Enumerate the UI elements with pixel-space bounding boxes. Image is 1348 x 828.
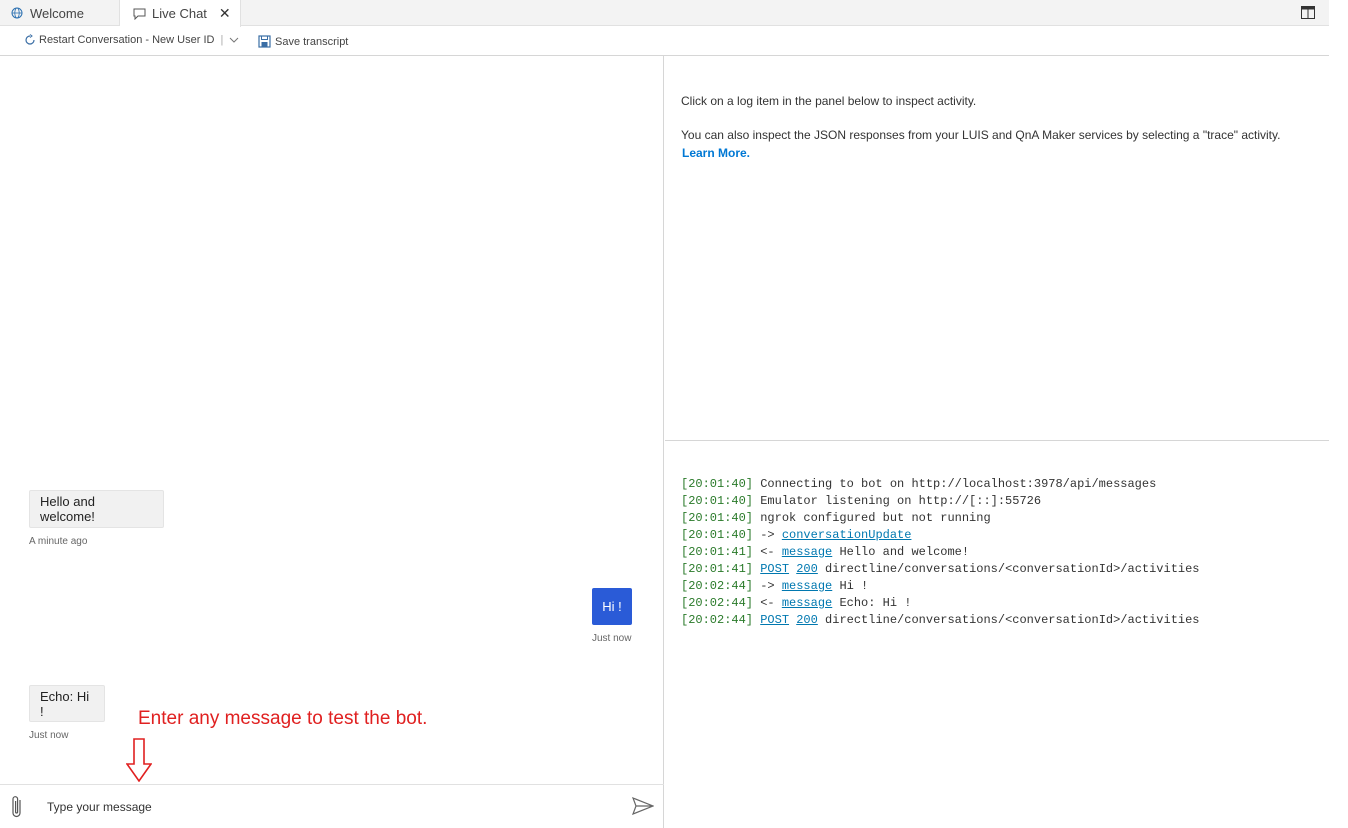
tab-bar: Welcome Live Chat ✕ (0, 0, 1329, 27)
save-transcript-button[interactable]: Save transcript (258, 35, 348, 48)
learn-more-link[interactable]: Learn More. (682, 146, 750, 160)
toolbar-separator: | (220, 34, 224, 46)
toolbar: Restart Conversation - New User ID | Sav… (0, 27, 1329, 56)
tab-welcome[interactable]: Welcome (0, 0, 120, 26)
split-view-icon[interactable] (1301, 6, 1315, 19)
log-time: [20:02:44] (681, 596, 754, 610)
chat-panel: Hello and welcome! A minute ago Hi ! Jus… (0, 56, 664, 828)
log-row[interactable]: [20:02:44] POST 200 directline/conversat… (681, 612, 1200, 629)
log-activity-link[interactable]: message (782, 596, 832, 610)
log-text: Hello and welcome! (832, 545, 970, 559)
bot-message: Hello and welcome! (29, 490, 164, 528)
log-direction: -> (753, 528, 782, 542)
log-time: [20:01:40] (681, 494, 754, 508)
message-timestamp: A minute ago (29, 536, 88, 547)
log-row[interactable]: [20:02:44] -> message Hi ! (681, 578, 1200, 595)
message-text: Hi ! (602, 599, 622, 614)
log-time: [20:01:40] (681, 528, 754, 542)
save-icon (258, 35, 271, 48)
message-text: Hello and welcome! (40, 494, 95, 524)
message-composer (0, 784, 664, 828)
chevron-down-icon[interactable] (229, 36, 239, 44)
log-method-link[interactable]: POST (760, 613, 789, 627)
log-text: directline/conversations/<conversationId… (817, 562, 1200, 576)
message-timestamp: Just now (29, 730, 69, 741)
tab-live-chat[interactable]: Live Chat ✕ (120, 0, 241, 27)
log-row[interactable]: [20:01:40] -> conversationUpdate (681, 527, 1200, 544)
chat-icon (132, 7, 146, 21)
log-time: [20:01:41] (681, 545, 754, 559)
paperclip-icon[interactable] (10, 795, 24, 822)
restart-conversation-label: Restart Conversation - New User ID (39, 34, 215, 46)
log-direction: -> (753, 579, 782, 593)
log-direction: <- (753, 596, 782, 610)
log-row[interactable]: [20:01:41] POST 200 directline/conversat… (681, 561, 1200, 578)
message-input[interactable] (47, 797, 607, 817)
log-status-link[interactable]: 200 (796, 613, 818, 627)
tab-welcome-label: Welcome (30, 5, 84, 21)
globe-icon (10, 6, 24, 20)
log-direction: <- (753, 545, 782, 559)
bot-message: Echo: Hi ! (29, 685, 105, 722)
log-text: Emulator listening on http://[::]:55726 (753, 494, 1042, 508)
log-text: Connecting to bot on http://localhost:39… (753, 477, 1157, 491)
tab-live-chat-label: Live Chat (152, 6, 207, 21)
log-time: [20:02:44] (681, 579, 754, 593)
inspector-hint: Click on a log item in the panel below t… (681, 94, 977, 108)
inspector-panel: Click on a log item in the panel below t… (665, 56, 1329, 441)
inspector-description: You can also inspect the JSON responses … (681, 128, 1281, 142)
log-row[interactable]: [20:02:44] <- message Echo: Hi ! (681, 595, 1200, 612)
save-transcript-label: Save transcript (275, 35, 349, 48)
annotation-text: Enter any message to test the bot. (138, 708, 428, 729)
user-message: Hi ! (592, 588, 632, 625)
log-text: ngrok configured but not running (753, 511, 991, 525)
log-time: [20:01:40] (681, 477, 754, 491)
log-text: Hi ! (832, 579, 869, 593)
arrow-down-icon (125, 738, 153, 785)
log-panel: [20:01:40] Connecting to bot on http://l… (681, 476, 1200, 629)
log-time: [20:01:41] (681, 562, 754, 576)
log-status-link[interactable]: 200 (796, 562, 818, 576)
log-method-link[interactable]: POST (760, 562, 789, 576)
refresh-icon (25, 34, 35, 45)
log-row[interactable]: [20:01:41] <- message Hello and welcome! (681, 544, 1200, 561)
restart-conversation-button[interactable]: Restart Conversation - New User ID | (24, 34, 242, 46)
send-icon[interactable] (631, 796, 655, 818)
log-text: directline/conversations/<conversationId… (817, 613, 1200, 627)
close-icon[interactable]: ✕ (219, 5, 231, 22)
log-text: Echo: Hi ! (832, 596, 912, 610)
message-text: Echo: Hi ! (40, 688, 90, 719)
log-time: [20:01:40] (681, 511, 754, 525)
log-time: [20:02:44] (681, 613, 754, 627)
log-activity-link[interactable]: message (782, 545, 832, 559)
log-row[interactable]: [20:01:40] Connecting to bot on http://l… (681, 476, 1200, 493)
message-timestamp: Just now (592, 633, 632, 644)
log-activity-link[interactable]: message (782, 579, 832, 593)
log-activity-link[interactable]: conversationUpdate (782, 528, 912, 542)
log-row[interactable]: [20:01:40] ngrok configured but not runn… (681, 510, 1200, 527)
log-row[interactable]: [20:01:40] Emulator listening on http://… (681, 493, 1200, 510)
